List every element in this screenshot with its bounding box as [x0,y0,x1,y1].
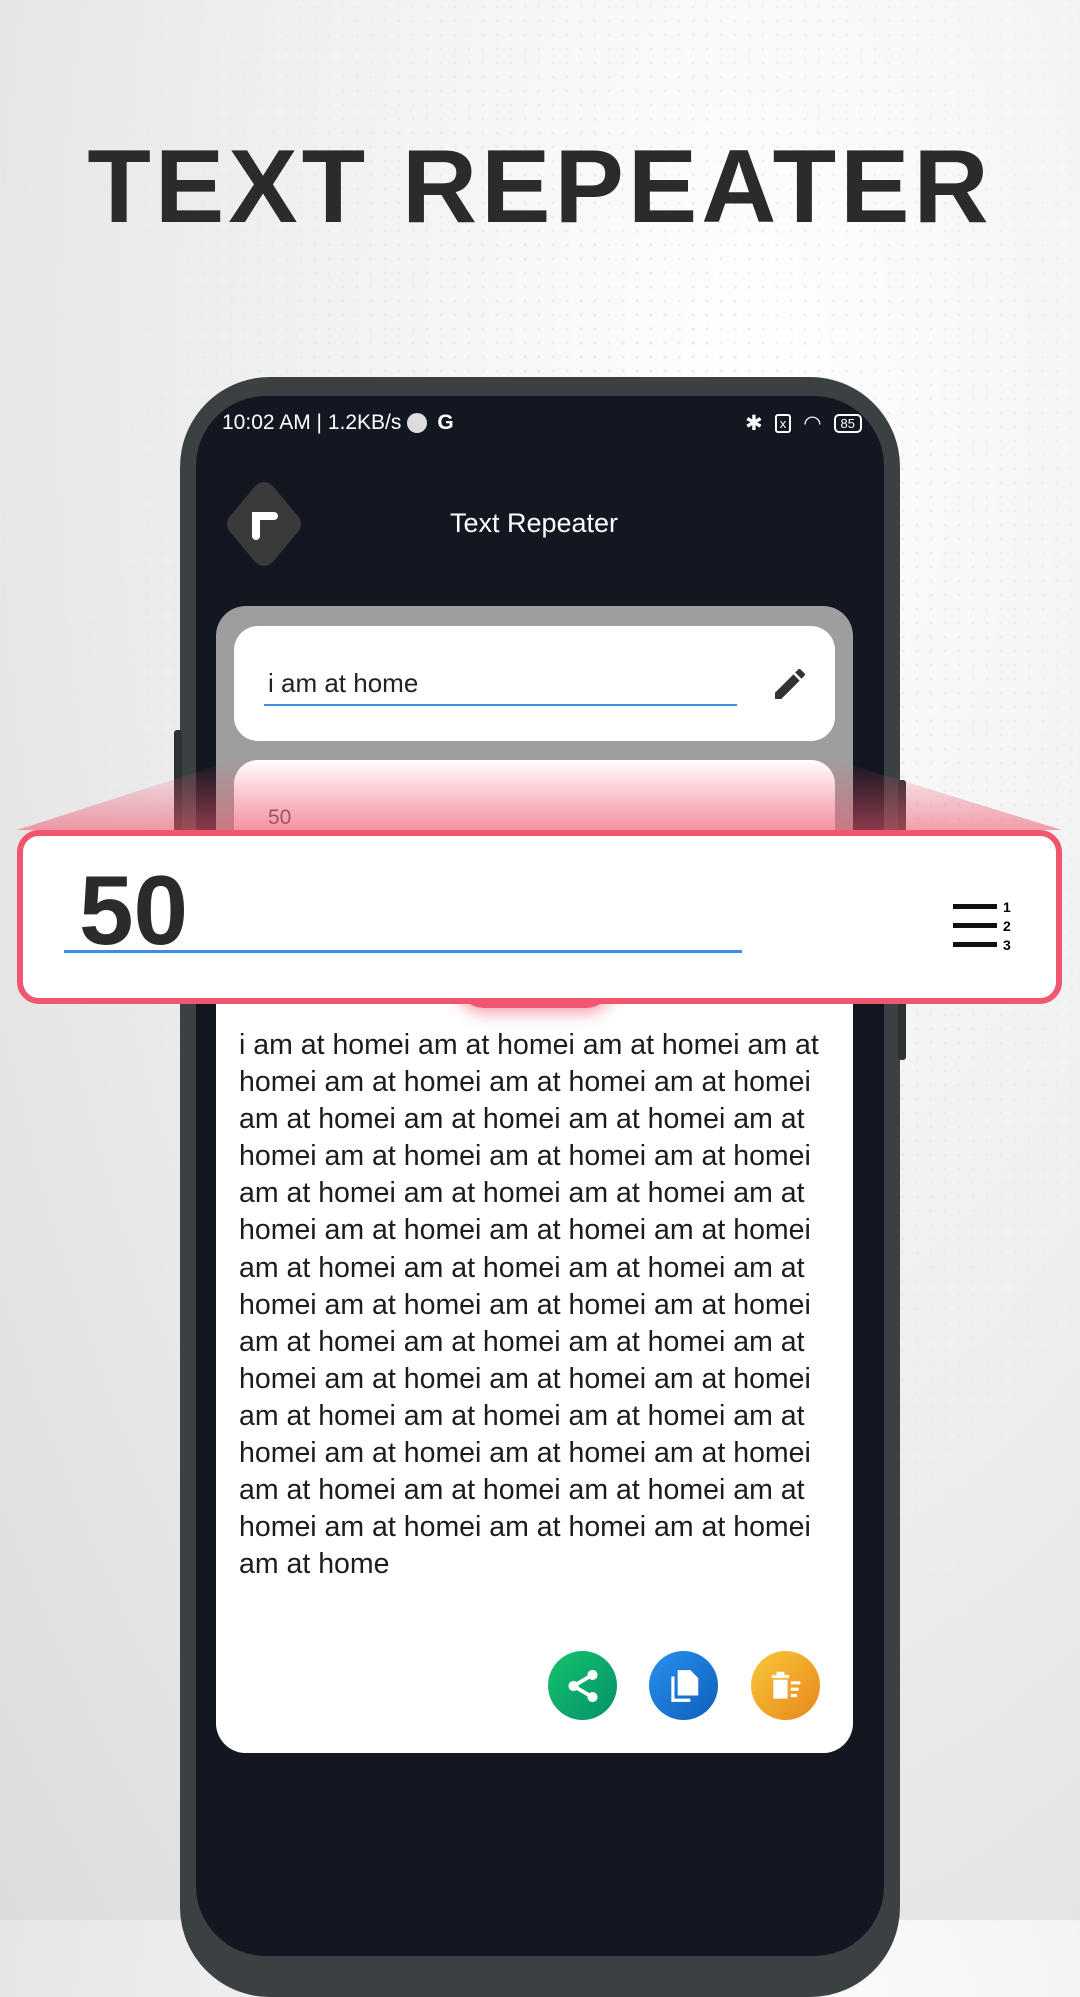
copy-button[interactable] [649,1651,718,1720]
app-title: Text Repeater [449,508,619,538]
svg-text:2: 2 [1003,918,1011,934]
svg-text:1: 1 [1003,899,1011,915]
output-text: i am at homei am at homei am at homei am… [239,1029,819,1581]
count-zoom-callout: 50 1 2 3 [17,830,1062,1004]
back-arrow-icon [227,482,301,566]
share-icon [567,1669,598,1702]
battery-icon: 85 [833,413,862,433]
carrier-icon: G [437,411,454,434]
svg-text:3: 3 [1003,937,1011,953]
vpn-icon [407,413,428,433]
headline: TEXT REPEATER [87,129,993,245]
status-bar: 10:02 AM | 1.2KB/s G ✱ x ◠ 85 [222,408,862,438]
status-time: 10:02 AM | 1.2KB/s [222,411,402,434]
copy-icon [670,1669,698,1702]
no-sim-icon: x [774,413,792,433]
clear-button[interactable] [751,1651,820,1720]
text-input-underline [264,704,737,706]
bluetooth-icon: ✱ [745,411,763,435]
back-button[interactable] [222,478,306,570]
share-button[interactable] [548,1651,617,1720]
wifi-icon: ◠ [803,411,822,435]
count-input-underline [64,950,742,953]
text-input[interactable]: i am at home [268,668,418,699]
pencil-icon[interactable] [770,664,810,704]
numbered-list-icon[interactable]: 1 2 3 [953,898,1017,954]
zoom-glow [17,760,1062,830]
clear-text-icon [771,1671,800,1699]
